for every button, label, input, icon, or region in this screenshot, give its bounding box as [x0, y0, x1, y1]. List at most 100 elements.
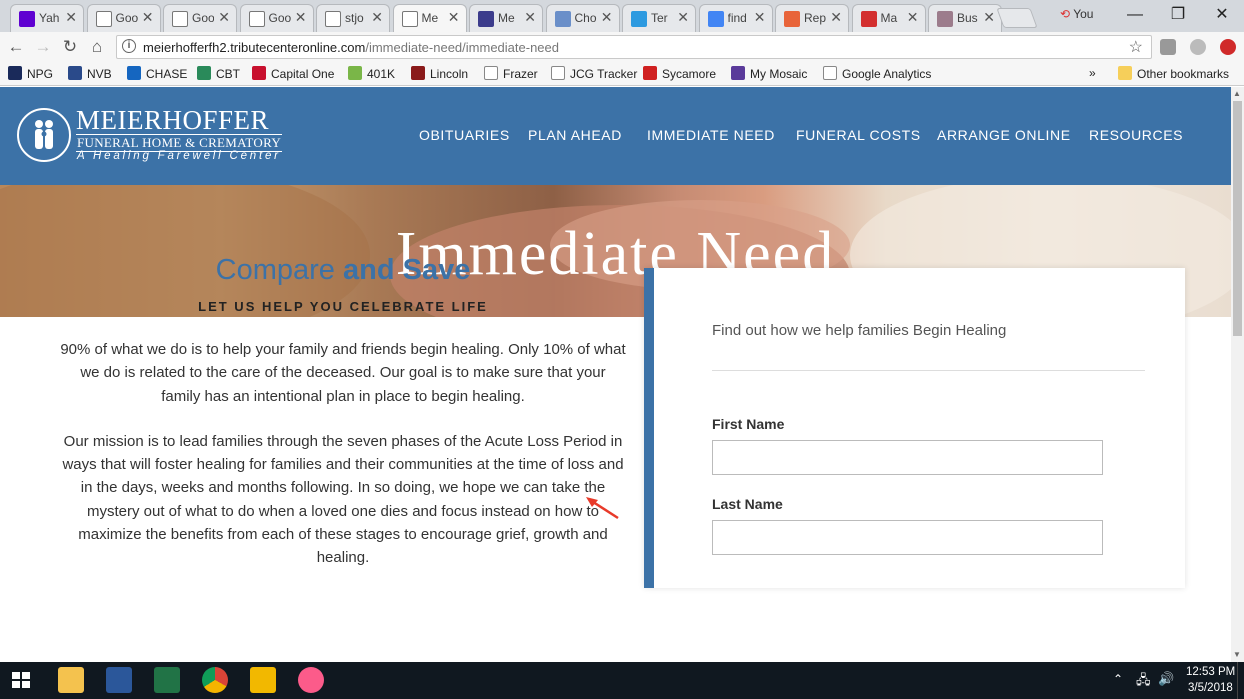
browser-toolbar: ← → ↻ ⌂ i meierhofferfh2.tributecenteron… — [0, 32, 1244, 62]
windows-start-icon[interactable] — [8, 667, 34, 693]
close-tab-icon[interactable]: ✕ — [830, 9, 842, 26]
logo-name[interactable]: MEIERHOFFER — [76, 105, 269, 136]
back-icon[interactable]: ← — [6, 37, 26, 57]
close-tab-icon[interactable]: ✕ — [142, 9, 154, 26]
browser-tab[interactable]: find ✕ — [698, 4, 773, 32]
capital-one-icon — [252, 66, 266, 80]
page-icon — [401, 11, 418, 27]
home-icon[interactable]: ⌂ — [87, 37, 107, 57]
browser-tab[interactable]: Me ✕ — [392, 4, 467, 32]
file-explorer-icon[interactable] — [58, 667, 84, 693]
itunes-icon[interactable] — [298, 667, 324, 693]
tab-title: Goo — [115, 11, 138, 25]
address-bar[interactable]: i meierhofferfh2.tributecenteronline.com… — [116, 35, 1152, 59]
close-tab-icon[interactable]: ✕ — [295, 9, 307, 26]
show-desktop-button[interactable] — [1237, 662, 1244, 699]
site-info-icon[interactable]: i — [122, 39, 136, 53]
close-window-button[interactable]: ✕ — [1207, 4, 1237, 26]
browser-tab[interactable]: Bus ✕ — [928, 4, 1002, 32]
browser-tab[interactable]: Ma ✕ — [851, 4, 926, 32]
clock-time[interactable]: 12:53 PM — [1186, 666, 1235, 678]
bookmark-item[interactable]: 401K — [348, 66, 395, 81]
bookmark-item[interactable]: CBT — [197, 66, 240, 81]
bookmark-item[interactable]: Google Analytics — [823, 66, 931, 81]
bookmark-item[interactable]: Frazer — [484, 66, 538, 81]
close-tab-icon[interactable]: ✕ — [448, 9, 460, 26]
intro-paragraph-2: Our mission is to lead families through … — [62, 432, 624, 567]
nav-item-obituaries[interactable]: OBITUARIES — [419, 127, 510, 143]
bird-icon — [554, 11, 571, 27]
browser-tab[interactable]: Goo ✕ — [163, 4, 237, 32]
bookmark-item[interactable]: My Mosaic — [731, 66, 807, 81]
form-intro: Find out how we help families Begin Heal… — [712, 322, 1007, 339]
bookmark-item[interactable]: NPG — [8, 66, 53, 81]
browser-tab[interactable]: stjo ✕ — [316, 4, 390, 32]
bookmark-item[interactable]: Capital One — [252, 66, 334, 81]
nav-item-arrange-online[interactable]: ARRANGE ONLINE — [937, 127, 1071, 143]
tray-expand-icon[interactable]: ⌃ — [1113, 672, 1123, 686]
tab-strip: Yah ✕ Goo ✕ Goo ✕ Goo ✕ stjo ✕ Me ✕ Me ✕ Cho ✕ Ter ✕ find ✕… — [0, 0, 1244, 32]
browser-tab[interactable]: Yah ✕ — [10, 4, 84, 32]
minimize-button[interactable]: — — [1120, 4, 1150, 26]
bookmark-star-icon[interactable]: ☆ — [1129, 37, 1143, 57]
skype-extension-icon[interactable] — [1190, 39, 1206, 55]
new-tab-button[interactable] — [996, 8, 1038, 28]
close-tab-icon[interactable]: ✕ — [983, 9, 995, 26]
bookmark-item[interactable]: JCG Tracker — [551, 66, 637, 81]
network-icon[interactable]: 🖧 — [1136, 671, 1151, 693]
scroll-down-icon[interactable]: ▼ — [1233, 650, 1241, 659]
close-tab-icon[interactable]: ✕ — [218, 9, 230, 26]
tab-title: Cho — [574, 11, 597, 25]
first-name-input[interactable] — [712, 440, 1103, 475]
lincoln-icon — [411, 66, 425, 80]
volume-icon[interactable]: 🔊 — [1158, 671, 1174, 687]
bookmark-item[interactable]: Lincoln — [411, 66, 468, 81]
close-tab-icon[interactable]: ✕ — [524, 9, 536, 26]
compare-heading: Compare and Save — [60, 254, 626, 287]
url-path: /immediate-need/immediate-need — [365, 40, 559, 55]
word-icon[interactable] — [106, 667, 132, 693]
bookmark-item[interactable]: CHASE — [127, 66, 187, 81]
profile-label: You — [1073, 7, 1094, 21]
browser-tab[interactable]: Cho ✕ — [545, 4, 620, 32]
close-tab-icon[interactable]: ✕ — [65, 9, 77, 26]
chrome-icon[interactable] — [202, 667, 228, 693]
forward-icon[interactable]: → — [33, 37, 53, 57]
extension-icon[interactable] — [1160, 39, 1176, 55]
clock-date[interactable]: 3/5/2018 — [1188, 682, 1233, 694]
contact-form-card: Find out how we help families Begin Heal… — [644, 268, 1185, 588]
browser-tab[interactable]: Goo ✕ — [86, 4, 161, 32]
nav-item-funeral-costs[interactable]: FUNERAL COSTS — [796, 127, 921, 143]
page-scrollbar[interactable]: ▲ ▼ — [1231, 87, 1244, 662]
scrollbar-thumb[interactable] — [1233, 101, 1242, 336]
other-bookmarks[interactable]: Other bookmarks — [1118, 66, 1229, 81]
family-logo-icon[interactable] — [17, 108, 71, 162]
close-tab-icon[interactable]: ✕ — [907, 9, 919, 26]
browser-tab[interactable]: Ter ✕ — [622, 4, 696, 32]
bookmark-label: Capital One — [271, 67, 335, 81]
nav-item-immediate-need[interactable]: IMMEDIATE NEED — [647, 127, 775, 143]
close-tab-icon[interactable]: ✕ — [601, 9, 613, 26]
windows-taskbar: ⌃ 🖧 🔊 12:53 PM 3/5/2018 — [0, 662, 1244, 699]
last-name-input[interactable] — [712, 520, 1103, 555]
more-bookmarks-button[interactable]: » — [1089, 66, 1096, 80]
reload-icon[interactable]: ↻ — [60, 37, 80, 57]
browser-tab[interactable]: Rep ✕ — [775, 4, 849, 32]
profile-button[interactable]: ⟲ You — [1060, 7, 1093, 21]
browser-tab[interactable]: Goo ✕ — [239, 4, 314, 32]
close-tab-icon[interactable]: ✕ — [754, 9, 766, 26]
nav-item-plan-ahead[interactable]: PLAN AHEAD — [528, 127, 622, 143]
outlook-icon[interactable] — [250, 667, 276, 693]
bookmark-item[interactable]: NVB — [68, 66, 112, 81]
menu-extension-icon[interactable] — [1220, 39, 1236, 55]
browser-tab[interactable]: Me ✕ — [469, 4, 543, 32]
close-tab-icon[interactable]: ✕ — [371, 9, 383, 26]
restore-button[interactable]: ❐ — [1163, 4, 1193, 26]
scroll-up-icon[interactable]: ▲ — [1233, 89, 1241, 98]
close-tab-icon[interactable]: ✕ — [677, 9, 689, 26]
nav-item-resources[interactable]: RESOURCES — [1089, 127, 1183, 143]
excel-icon[interactable] — [154, 667, 180, 693]
first-name-label: First Name — [712, 416, 785, 432]
bookmark-item[interactable]: Sycamore — [643, 66, 716, 81]
tab-title: Rep — [804, 11, 826, 25]
